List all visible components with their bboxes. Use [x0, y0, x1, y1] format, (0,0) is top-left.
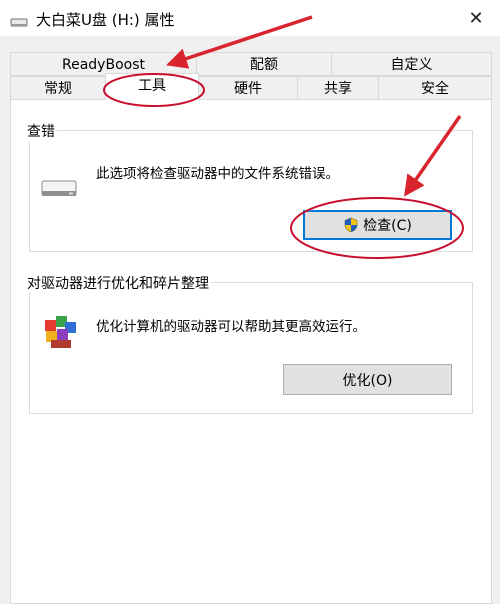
optimize-button-label: 优化(O) — [342, 372, 393, 389]
tab-label: 常规 — [44, 81, 72, 97]
tab-label: ReadyBoost — [62, 57, 145, 73]
check-button[interactable]: 检查(C) — [303, 210, 452, 240]
tab-label: 自定义 — [390, 57, 433, 73]
window-title: 大白菜U盘 (H:) 属性 — [36, 11, 175, 29]
close-button[interactable]: ✕ — [458, 4, 494, 32]
error-check-group-label: 查错 — [25, 121, 57, 141]
optimize-button[interactable]: 优化(O) — [283, 364, 452, 395]
uac-shield-icon — [343, 217, 359, 233]
tools-tab-panel: 查错 此选项将检查驱动器中的文件系统错误。 检查(C) 对驱动器进行优化和碎片整… — [10, 99, 492, 604]
usb-drive-icon — [41, 180, 77, 202]
tab-label: 工具 — [138, 78, 166, 94]
error-check-description: 此选项将检查驱动器中的文件系统错误。 — [96, 166, 339, 182]
tab-label: 硬件 — [234, 81, 262, 97]
tab-security[interactable]: 安全 — [378, 76, 492, 100]
tab-sharing[interactable]: 共享 — [297, 76, 379, 100]
defrag-icon — [43, 312, 79, 354]
tab-tools[interactable]: 工具 — [105, 73, 199, 100]
tab-hardware[interactable]: 硬件 — [198, 76, 298, 100]
drive-icon — [10, 13, 28, 32]
tab-quota[interactable]: 配额 — [196, 52, 332, 76]
tab-general[interactable]: 常规 — [10, 76, 106, 100]
check-button-label: 检查(C) — [363, 218, 412, 234]
optimize-group-label: 对驱动器进行优化和碎片整理 — [25, 273, 211, 293]
tab-label: 共享 — [324, 81, 352, 97]
tab-label: 安全 — [421, 81, 449, 97]
tab-label: 配额 — [250, 57, 278, 73]
optimize-description: 优化计算机的驱动器可以帮助其更高效运行。 — [96, 319, 366, 335]
tab-customize[interactable]: 自定义 — [331, 52, 492, 76]
title-bar: 大白菜U盘 (H:) 属性 ✕ — [0, 0, 500, 36]
